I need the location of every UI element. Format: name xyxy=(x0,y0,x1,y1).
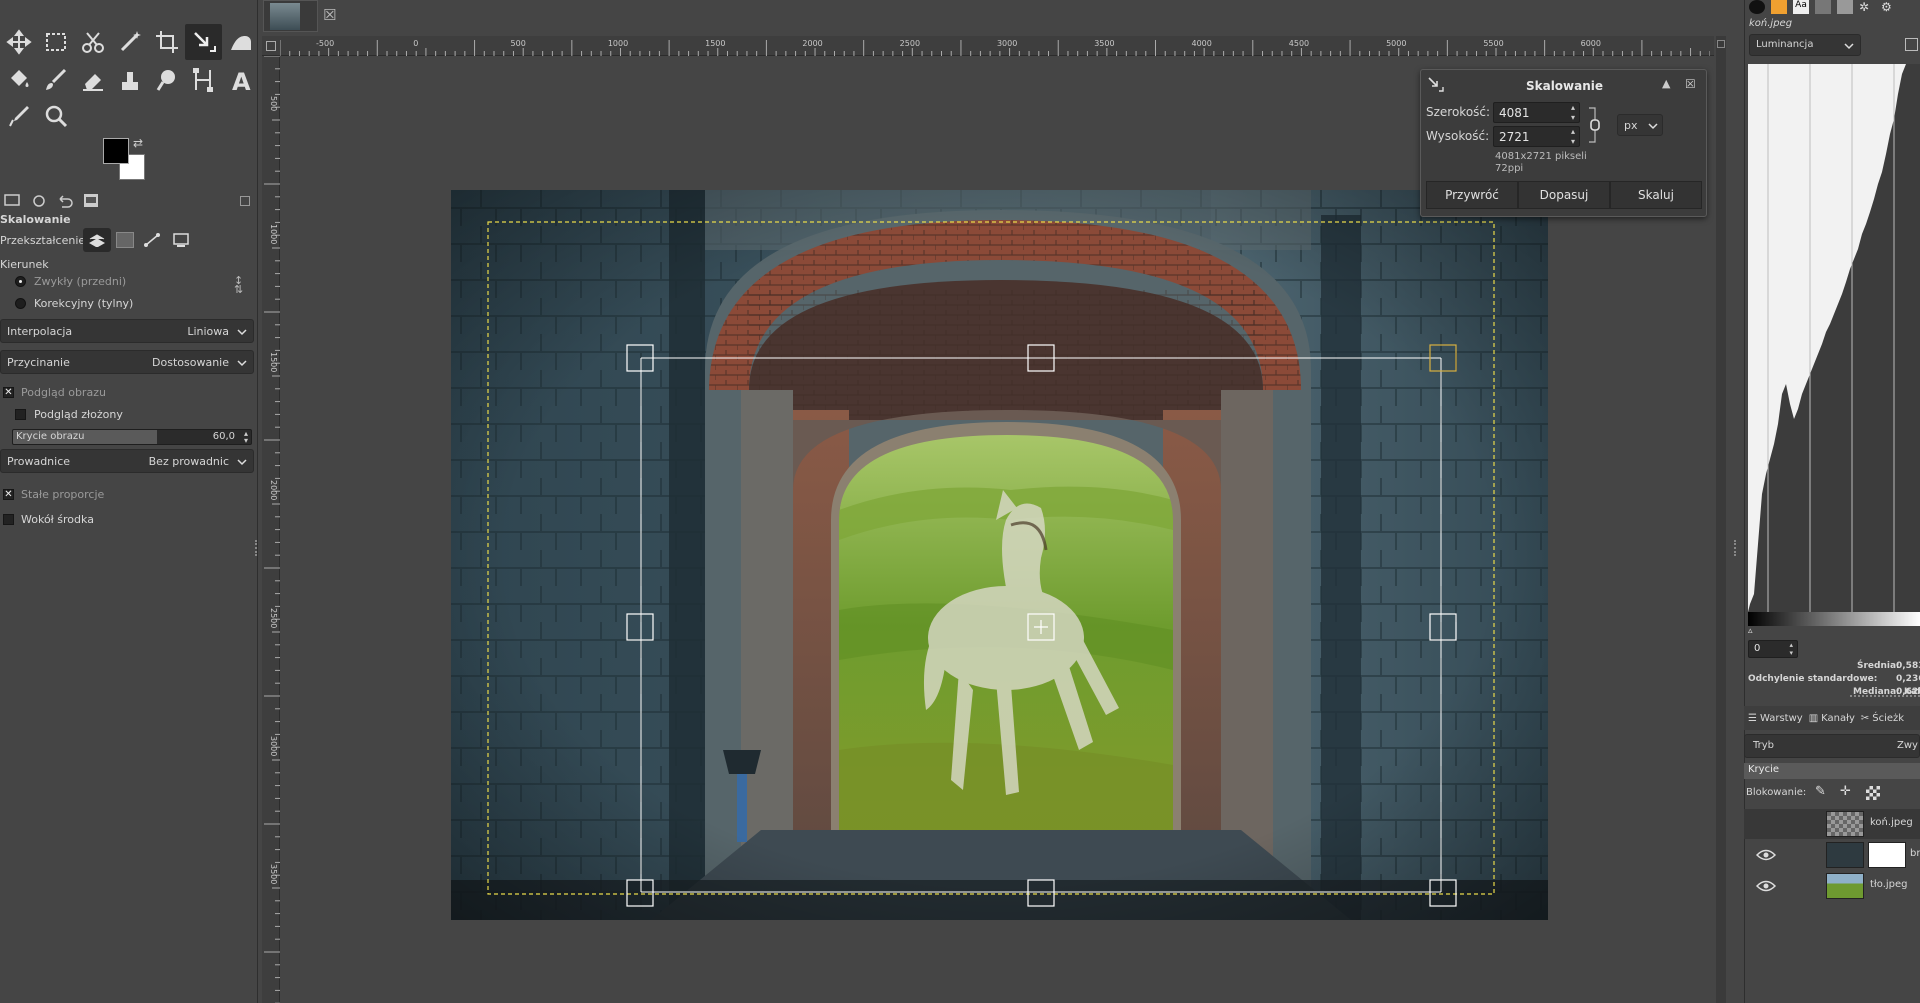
layer-name: koń.jpeg xyxy=(1870,817,1913,828)
layer-thumbnail xyxy=(1826,811,1864,837)
layer-thumbnail xyxy=(1826,842,1864,868)
eye-icon[interactable] xyxy=(1756,879,1776,893)
range-marker-icon[interactable]: ▵ xyxy=(1748,626,1753,636)
layer-name: br xyxy=(1910,848,1920,859)
chevron-down-icon xyxy=(1648,123,1658,130)
histogram[interactable] xyxy=(1748,64,1920,612)
range-spin-arrows-icon[interactable]: ▴ ▾ xyxy=(1789,641,1793,657)
tab-channels-label: Kanały xyxy=(1821,712,1855,724)
range-start-value: 0 xyxy=(1754,643,1761,654)
tab-layers-label: Warstwy xyxy=(1759,712,1803,724)
scale-button[interactable]: Skaluj xyxy=(1610,181,1702,209)
layer-name: tło.jpeg xyxy=(1870,879,1908,890)
width-value: 4081 xyxy=(1499,106,1530,120)
layer-mask-thumbnail xyxy=(1868,842,1906,868)
unit-value: px xyxy=(1624,119,1638,132)
histogram-channel-value: Luminancja xyxy=(1756,39,1814,50)
center-pivot-icon[interactable] xyxy=(1034,620,1048,634)
layer-row-br[interactable]: br xyxy=(1744,840,1920,870)
handle-bottom-right[interactable] xyxy=(1429,879,1457,907)
close-icon[interactable]: ☒ xyxy=(1685,77,1696,91)
histogram-scale-icon[interactable] xyxy=(1905,38,1918,51)
height-label: Wysokość: xyxy=(1426,129,1490,143)
active-image-name: koń.jpeg xyxy=(1749,18,1793,29)
lock-label: Blokowanie: xyxy=(1746,787,1807,798)
paths-tab-icon: ✂ xyxy=(1860,712,1870,724)
layer-opacity-label: Krycie xyxy=(1748,764,1780,775)
histogram-channel-select[interactable]: Luminancja xyxy=(1749,34,1861,56)
width-label: Szerokość: xyxy=(1426,105,1491,119)
layer-row-tlo[interactable]: tło.jpeg xyxy=(1744,871,1920,901)
dynamics-tab-icon[interactable]: ✲ xyxy=(1859,0,1875,14)
layers-tab-icon: ☰ xyxy=(1748,712,1757,724)
layer-mode-select[interactable]: Tryb Zwy xyxy=(1744,734,1920,758)
panel-split-handle[interactable] xyxy=(1850,695,1920,699)
tool-presets-tab-icon[interactable]: ⚙ xyxy=(1881,0,1897,14)
width-spin-arrows-icon[interactable]: ▴ ▾ xyxy=(1571,103,1575,123)
histogram-plot xyxy=(1748,64,1920,612)
channels-tab-icon: ▥ xyxy=(1808,712,1819,724)
std-label: Odchylenie standardowe: xyxy=(1748,674,1878,684)
brush-tab-icon[interactable] xyxy=(1749,0,1765,14)
dock-resize-handle[interactable] xyxy=(1734,540,1737,556)
width-input[interactable]: 4081 ▴ ▾ xyxy=(1493,102,1580,123)
std-value: 0,236 xyxy=(1896,674,1920,684)
histogram-gradient-bar xyxy=(1748,612,1920,626)
height-spin-arrows-icon[interactable]: ▴ ▾ xyxy=(1571,127,1575,147)
vertical-scrollbar[interactable] xyxy=(1716,36,1726,1003)
tab-paths-label: Ścieżk xyxy=(1872,712,1905,724)
handle-middle-right[interactable] xyxy=(1429,613,1457,641)
tab-paths[interactable]: ✂ Ścieżk xyxy=(1861,713,1904,724)
pattern-tab-icon[interactable] xyxy=(1771,0,1787,14)
ppi-info: 72ppi xyxy=(1495,163,1524,174)
eye-icon[interactable] xyxy=(1756,848,1776,862)
lock-position-icon[interactable]: ✛ xyxy=(1840,784,1851,799)
range-start-input[interactable]: 0 ▴ ▾ xyxy=(1748,640,1798,658)
layers-dock-tabs: ☰ Warstwy ▥ Kanały ✂ Ścieżk xyxy=(1744,706,1920,730)
layer-row-kon[interactable]: koń.jpeg xyxy=(1744,809,1920,839)
height-input[interactable]: 2721 ▴ ▾ xyxy=(1493,126,1580,147)
unit-select[interactable]: px xyxy=(1617,114,1663,136)
reset-button[interactable]: Przywróć xyxy=(1426,181,1518,209)
document-tab-icon[interactable] xyxy=(1815,0,1831,14)
mean-label: Średnia: xyxy=(1857,661,1900,671)
chevron-down-icon xyxy=(1844,43,1854,50)
handle-bottom-center[interactable] xyxy=(1027,879,1055,907)
lock-pixels-icon[interactable]: ✎ xyxy=(1815,784,1826,799)
chain-link-icon[interactable] xyxy=(1587,104,1603,146)
zoom-corner-icon[interactable] xyxy=(1717,40,1725,48)
dialog-collapse-icon[interactable]: ▲ xyxy=(1662,77,1670,90)
font-tab-icon[interactable]: Aa xyxy=(1793,0,1809,14)
lock-alpha-icon[interactable] xyxy=(1866,786,1880,800)
layer-opacity-slider[interactable]: Krycie xyxy=(1744,763,1920,779)
handle-middle-left[interactable] xyxy=(626,613,654,641)
layer-thumbnail xyxy=(1826,873,1864,899)
dock-top-tabs: Aa ✲ ⚙ xyxy=(1749,0,1920,16)
tab-channels[interactable]: ▥ Kanały xyxy=(1809,713,1855,724)
fit-button[interactable]: Dopasuj xyxy=(1518,181,1610,209)
layer-mode-value: Zwy xyxy=(1897,740,1918,751)
layer-mode-label: Tryb xyxy=(1753,740,1775,751)
handle-bottom-left[interactable] xyxy=(626,879,654,907)
mean-value: 0,583 xyxy=(1896,661,1920,671)
scale-dialog: Skalowanie ▲ ☒ Szerokość: 4081 ▴ ▾ Wysoko… xyxy=(1420,69,1707,217)
selection-marquee xyxy=(487,221,1495,895)
tab-layers[interactable]: ☰ Warstwy xyxy=(1748,713,1803,724)
height-value: 2721 xyxy=(1499,130,1530,144)
template-tab-icon[interactable] xyxy=(1837,0,1853,14)
size-info: 4081x2721 pikseli xyxy=(1495,151,1587,162)
